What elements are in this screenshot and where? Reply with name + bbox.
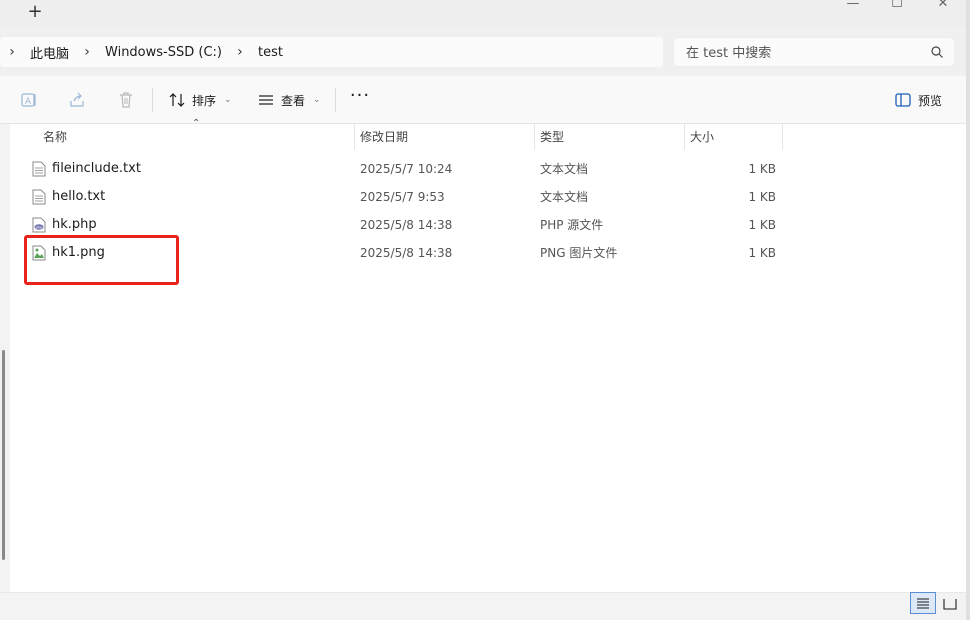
file-size: 1 KB	[748, 246, 776, 260]
toolbar-divider	[152, 88, 153, 112]
text-file-icon	[32, 161, 46, 177]
rename-icon[interactable]: A	[20, 91, 38, 109]
chevron-down-icon: ⌄	[224, 95, 232, 105]
file-list: 名称 ⌃ 修改日期 类型 大小 fileinclude.txt 2025/5/7…	[10, 118, 970, 592]
sort-label: 排序	[192, 93, 217, 108]
more-options-button[interactable]: ···	[348, 87, 372, 110]
close-button[interactable]: ✕	[920, 0, 966, 14]
breadcrumb-folder[interactable]: test	[252, 45, 289, 60]
new-tab-button[interactable]: +	[26, 2, 44, 22]
minimize-button[interactable]: —	[830, 0, 876, 14]
file-type: PNG 图片文件	[540, 246, 618, 260]
php-file-icon: php	[32, 217, 46, 233]
file-date: 2025/5/7 9:53	[360, 190, 445, 204]
file-size: 1 KB	[748, 162, 776, 176]
address-row: › 此电脑 › Windows-SSD (C:) › test	[0, 28, 970, 76]
search-icon[interactable]	[930, 45, 944, 59]
text-file-icon	[32, 189, 46, 205]
svg-text:php: php	[36, 226, 43, 230]
list-view-icon	[259, 95, 273, 105]
file-date: 2025/5/7 10:24	[360, 162, 453, 176]
preview-pane-icon	[895, 93, 911, 107]
column-header-name[interactable]: 名称	[43, 124, 67, 150]
file-row[interactable]: hello.txt 2025/5/7 9:53 文本文档 1 KB	[10, 183, 970, 211]
column-divider[interactable]	[684, 124, 685, 150]
search-input[interactable]	[686, 44, 916, 62]
file-type: 文本文档	[540, 190, 589, 204]
file-type: PHP 源文件	[540, 218, 604, 232]
column-header-date[interactable]: 修改日期	[360, 124, 408, 150]
file-name: hello.txt	[52, 189, 106, 204]
toolbar-divider	[335, 88, 336, 112]
file-name: fileinclude.txt	[52, 161, 141, 176]
view-button[interactable]: 查看 ⌄	[257, 88, 321, 112]
sort-button[interactable]: 排序 ⌄	[168, 88, 232, 112]
breadcrumb-this-pc[interactable]: 此电脑	[24, 43, 75, 62]
column-divider[interactable]	[354, 124, 355, 150]
title-bar: + — ☐ ✕	[0, 0, 970, 28]
tiles-view-button[interactable]	[940, 594, 960, 614]
chevron-right-icon[interactable]: ›	[75, 44, 99, 60]
sort-icon	[169, 93, 185, 107]
file-date: 2025/5/8 14:38	[360, 218, 453, 232]
delete-icon[interactable]	[117, 91, 135, 109]
highlight-annotation-box	[24, 235, 179, 285]
command-bar: A 排序 ⌄ 查看 ⌄ ··· 预览	[0, 76, 970, 124]
file-size: 1 KB	[748, 190, 776, 204]
maximize-button[interactable]: ☐	[874, 0, 920, 14]
file-size: 1 KB	[748, 218, 776, 232]
chevron-right-icon[interactable]: ›	[228, 44, 252, 60]
breadcrumb-drive[interactable]: Windows-SSD (C:)	[99, 45, 228, 60]
column-divider[interactable]	[534, 124, 535, 150]
file-type: 文本文档	[540, 162, 589, 176]
details-view-icon	[917, 598, 929, 609]
column-divider[interactable]	[782, 124, 783, 150]
view-label: 查看	[281, 93, 306, 108]
details-view-button[interactable]	[910, 592, 936, 614]
search-box[interactable]	[673, 37, 955, 67]
file-row[interactable]: fileinclude.txt 2025/5/7 10:24 文本文档 1 KB	[10, 155, 970, 183]
preview-pane-button[interactable]: 预览	[894, 88, 942, 112]
column-header-size[interactable]: 大小	[690, 124, 714, 150]
chevron-down-icon: ⌄	[313, 95, 321, 105]
scrollbar[interactable]	[2, 350, 5, 560]
file-date: 2025/5/8 14:38	[360, 246, 453, 260]
window-edge	[966, 0, 970, 620]
sort-ascending-icon: ⌃	[192, 118, 201, 129]
column-header-type[interactable]: 类型	[540, 124, 564, 150]
tiles-view-icon	[943, 599, 957, 610]
breadcrumb[interactable]: › 此电脑 › Windows-SSD (C:) › test	[0, 37, 663, 67]
chevron-right-icon[interactable]: ›	[0, 44, 24, 60]
share-icon[interactable]	[68, 91, 86, 109]
svg-text:A: A	[25, 97, 32, 107]
preview-label: 预览	[918, 93, 943, 108]
status-bar	[0, 592, 970, 620]
